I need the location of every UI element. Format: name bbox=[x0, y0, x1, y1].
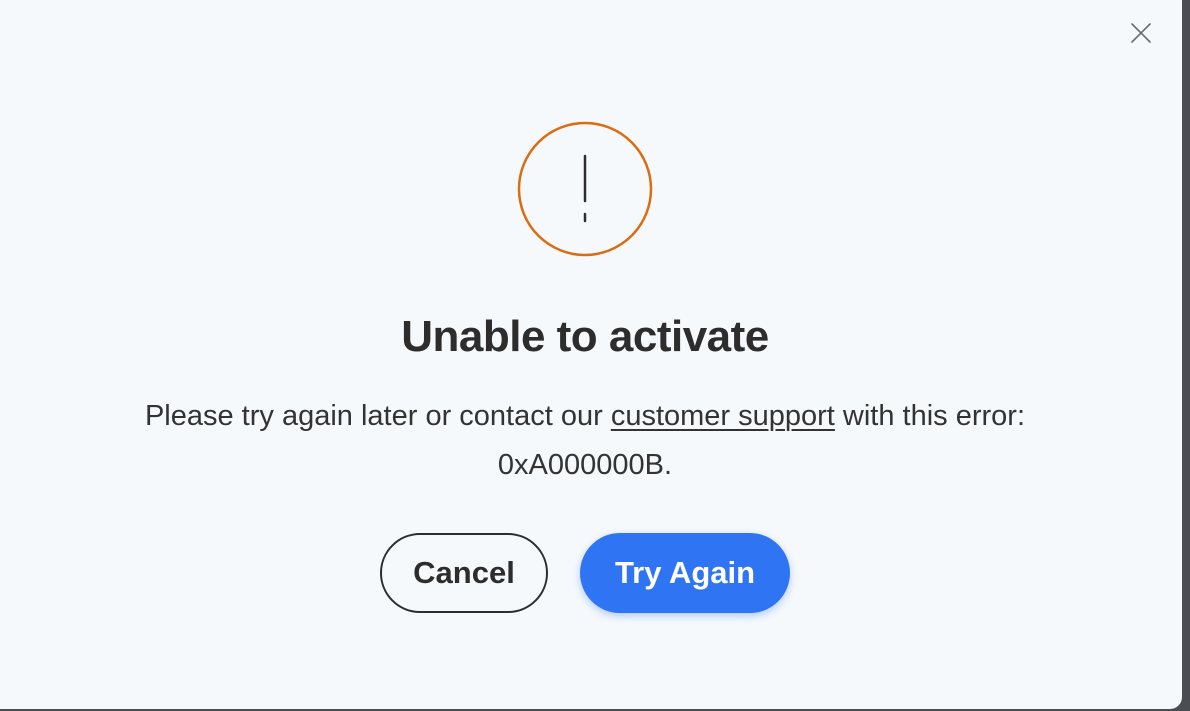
warning-exclamation-icon bbox=[517, 121, 653, 257]
cancel-button[interactable]: Cancel bbox=[380, 533, 548, 613]
dialog-message: Please try again later or contact our cu… bbox=[60, 392, 1110, 490]
close-icon bbox=[1131, 23, 1151, 43]
try-again-button[interactable]: Try Again bbox=[580, 533, 790, 613]
error-dialog: Unable to activate Please try again late… bbox=[0, 0, 1182, 709]
message-text-before: Please try again later or contact our bbox=[144, 400, 611, 432]
customer-support-link[interactable]: customer support bbox=[611, 400, 835, 432]
dialog-title: Unable to activate bbox=[401, 312, 769, 361]
close-button[interactable] bbox=[1126, 18, 1156, 48]
